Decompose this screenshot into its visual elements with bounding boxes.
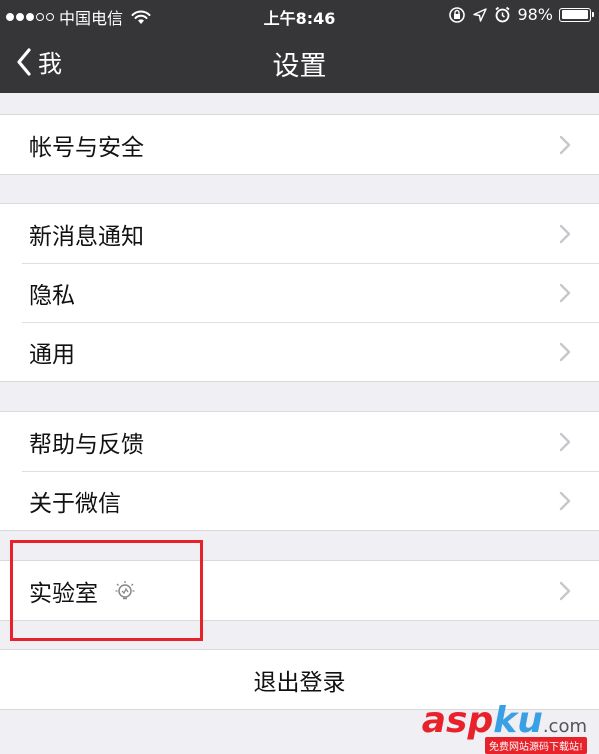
- battery-percentage: 98%: [517, 5, 553, 24]
- chevron-right-icon: [559, 432, 571, 452]
- watermark-asp: asp: [421, 700, 494, 741]
- settings-item-label: 通用: [29, 341, 75, 368]
- settings-group-general: 新消息通知 隐私 通用: [0, 203, 599, 382]
- chevron-right-icon: [559, 581, 571, 601]
- chevron-right-icon: [559, 491, 571, 511]
- settings-item-new-message-notification[interactable]: 新消息通知: [0, 204, 599, 263]
- watermark-domain: .com: [542, 716, 587, 737]
- settings-item-label: 帐号与安全: [29, 134, 144, 161]
- page-title: 设置: [272, 51, 327, 82]
- battery-tip: [592, 11, 594, 17]
- settings-item-label: 帮助与反馈: [29, 431, 144, 458]
- settings-item-label: 隐私: [29, 282, 75, 309]
- settings-group-lab: 实验室: [0, 560, 599, 621]
- settings-item-privacy[interactable]: 隐私: [0, 263, 599, 322]
- settings-item-lab[interactable]: 实验室: [0, 561, 599, 620]
- location-icon: [473, 7, 488, 22]
- bulb-icon: [114, 579, 136, 603]
- chevron-right-icon: [559, 342, 571, 362]
- settings-item-about-wechat[interactable]: 关于微信: [0, 471, 599, 530]
- chevron-right-icon: [559, 283, 571, 303]
- settings-item-account-security[interactable]: 帐号与安全: [0, 115, 599, 174]
- settings-group-account: 帐号与安全: [0, 114, 599, 175]
- settings-item-label: 实验室: [29, 580, 98, 607]
- watermark-ku: ku: [493, 700, 543, 741]
- watermark-logo: aspku.com 免费网站源码下载站!: [418, 700, 593, 754]
- status-right: 98%: [448, 5, 594, 24]
- battery-fill: [561, 10, 588, 19]
- settings-item-label: 关于微信: [29, 490, 121, 517]
- watermark-brand: aspku.com: [422, 700, 587, 741]
- alarm-icon: [495, 6, 510, 23]
- watermark-tagline: 免费网站源码下载站!: [484, 737, 587, 754]
- navigation-bar: 我 设置: [0, 30, 599, 93]
- orientation-lock-icon: [449, 6, 466, 23]
- chevron-right-icon: [559, 224, 571, 244]
- settings-group-help: 帮助与反馈 关于微信: [0, 411, 599, 531]
- settings-item-help-feedback[interactable]: 帮助与反馈: [0, 412, 599, 471]
- status-bar: 中国电信 上午8:46 98%: [0, 0, 599, 30]
- settings-item-label: 新消息通知: [29, 223, 144, 250]
- chevron-right-icon: [559, 135, 571, 155]
- settings-item-general[interactable]: 通用: [0, 322, 599, 381]
- battery-icon: [559, 7, 594, 22]
